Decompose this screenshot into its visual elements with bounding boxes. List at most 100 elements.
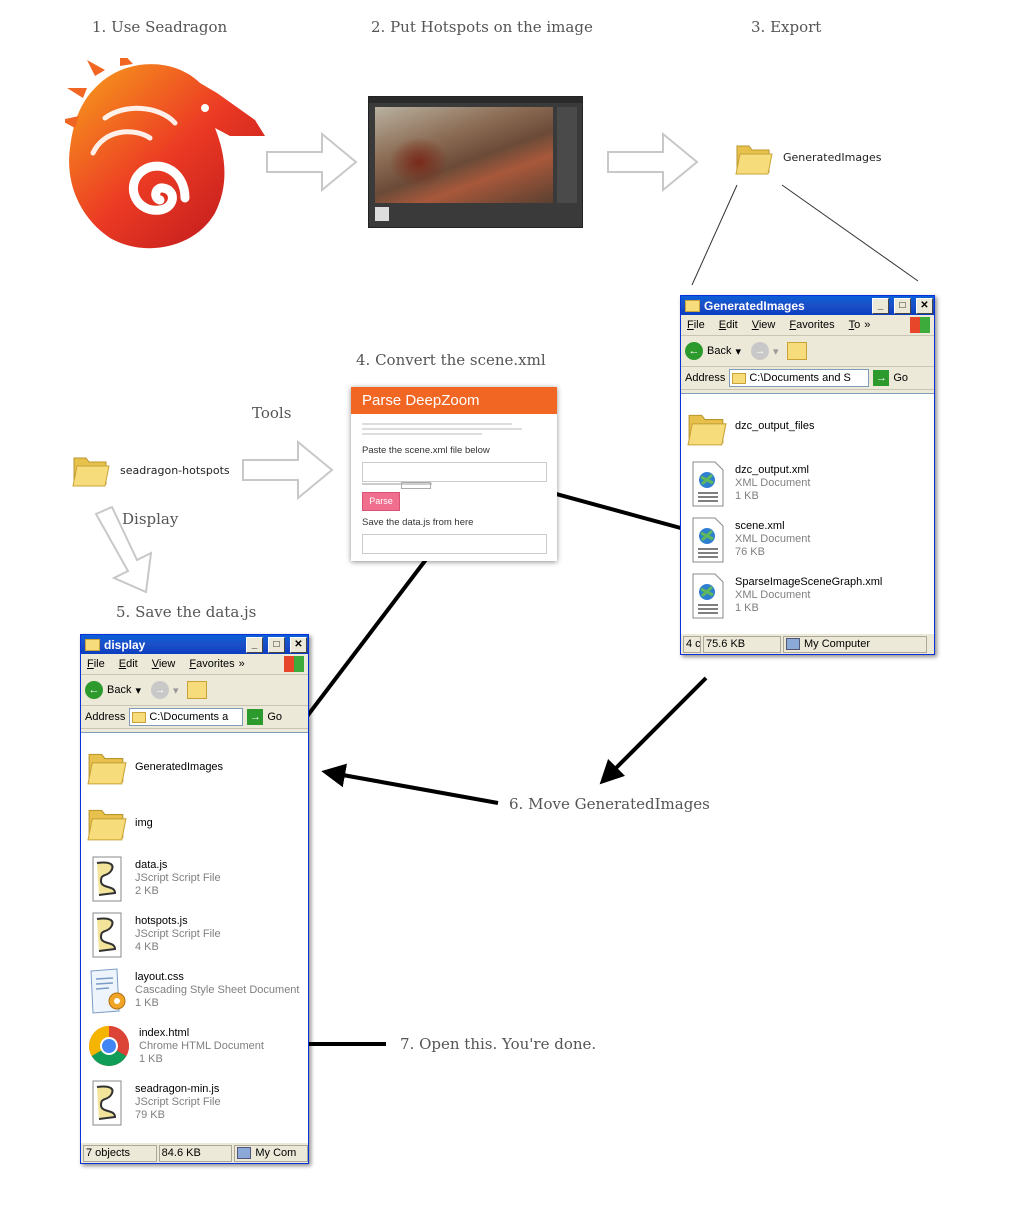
list-item[interactable]: index.html Chrome HTML Document 1 KB [87, 1023, 264, 1069]
status-bar: 4 c 75.6 KB My Computer [681, 634, 934, 654]
chevron-down-icon[interactable]: ▾ [735, 345, 741, 358]
window-title: GeneratedImages [704, 298, 805, 313]
arrow-step6-to-display [321, 763, 499, 805]
file-name: scene.xml [735, 520, 785, 532]
list-item[interactable]: img [87, 803, 153, 843]
windows-logo-icon [284, 656, 304, 672]
forward-arrow-icon[interactable]: → [751, 342, 769, 360]
file-name: layout.css [135, 971, 184, 983]
menu-tools[interactable]: To [849, 319, 861, 331]
menu-favorites[interactable]: Favorites [789, 319, 834, 331]
back-arrow-icon[interactable]: ← [85, 681, 103, 699]
menu-view[interactable]: View [152, 658, 176, 670]
file-name: seadragon-min.js [135, 1083, 220, 1095]
computer-icon [237, 1147, 252, 1159]
file-name: hotspots.js [135, 915, 188, 927]
folder-icon[interactable] [72, 452, 110, 488]
file-type: XML Document [735, 533, 811, 545]
file-type: Chrome HTML Document [139, 1040, 264, 1052]
display-window: display _ □ ✕ File Edit View Favorites »… [80, 634, 309, 1164]
back-arrow-icon[interactable]: ← [685, 342, 703, 360]
menu-file[interactable]: File [687, 319, 705, 331]
window-titlebar: GeneratedImages _ □ ✕ [681, 296, 934, 315]
menu-view[interactable]: View [752, 319, 776, 331]
address-field[interactable]: C:\Documents a [129, 708, 244, 726]
chrome-icon [89, 1026, 129, 1066]
file-name: dzc_output_files [735, 420, 815, 432]
minimize-button[interactable]: _ [246, 636, 263, 653]
step-5-label: 5. Save the data.js [116, 603, 257, 621]
status-object-count: 4 c [683, 635, 701, 653]
hotspots-folder-label: seadragon-hotspots [120, 464, 230, 477]
scene-xml-input[interactable] [362, 462, 547, 482]
folder-icon [85, 638, 100, 651]
list-item[interactable]: hotspots.js JScript Script File 4 KB [87, 911, 221, 959]
chevron-down-icon[interactable]: ▾ [173, 684, 179, 697]
windows-logo-icon [910, 317, 930, 333]
go-button-label[interactable]: Go [267, 711, 282, 723]
status-location-label: My Computer [804, 638, 871, 650]
parse-deepzoom-panel: Parse DeepZoom Paste the scene.xml file … [351, 387, 557, 561]
chevron-down-icon[interactable]: ▾ [773, 345, 779, 358]
address-field[interactable]: C:\Documents and S [729, 369, 870, 387]
address-label: Address [85, 711, 126, 723]
status-location-label: My Com [255, 1147, 297, 1159]
folder-icon [132, 711, 147, 723]
list-item[interactable]: scene.xml XML Document 76 KB [687, 516, 810, 564]
menu-edit[interactable]: Edit [719, 319, 738, 331]
menu-favorites[interactable]: Favorites [189, 658, 234, 670]
forward-arrow-icon[interactable]: → [151, 681, 169, 699]
chevron-down-icon[interactable]: ▾ [135, 684, 141, 697]
go-arrow-icon[interactable]: → [873, 370, 890, 386]
connector-line-right [781, 184, 919, 282]
list-item[interactable]: SparseImageSceneGraph.xml XML Document 1… [687, 572, 882, 620]
folder-icon[interactable] [735, 140, 773, 176]
back-button-label[interactable]: Back [107, 684, 131, 696]
maximize-button[interactable]: □ [268, 636, 285, 653]
step-6-label: 6. Move GeneratedImages [509, 795, 710, 813]
maximize-button[interactable]: □ [894, 297, 911, 314]
close-button[interactable]: ✕ [290, 636, 307, 653]
file-name: img [135, 817, 153, 829]
list-item[interactable]: dzc_output.xml XML Document 1 KB [687, 460, 810, 508]
file-type: Cascading Style Sheet Document [135, 984, 300, 996]
menu-edit[interactable]: Edit [119, 658, 138, 670]
data-js-output[interactable] [362, 534, 547, 554]
go-button-label[interactable]: Go [893, 372, 908, 384]
status-size: 84.6 KB [158, 1144, 233, 1162]
tools-label: Tools [252, 404, 292, 422]
connector-line-left [691, 184, 738, 286]
folder-up-icon[interactable] [786, 342, 807, 360]
folder-up-icon[interactable] [186, 681, 207, 699]
chevron-right-icon[interactable]: » [239, 658, 245, 670]
address-bar: Address C:\Documents a → Go [81, 706, 308, 729]
back-button-label[interactable]: Back [707, 345, 731, 357]
file-type: XML Document [735, 589, 811, 601]
menu-file[interactable]: File [87, 658, 105, 670]
list-item[interactable]: layout.css Cascading Style Sheet Documen… [87, 967, 299, 1015]
list-item[interactable]: GeneratedImages [87, 747, 223, 787]
display-label: Display [122, 510, 179, 528]
generated-images-window: GeneratedImages _ □ ✕ File Edit View Fav… [680, 295, 935, 655]
folder-icon [87, 753, 127, 785]
status-object-count: 7 objects [83, 1144, 157, 1162]
minimize-button[interactable]: _ [872, 297, 889, 314]
hollow-arrow-1 [266, 131, 358, 193]
list-item[interactable]: seadragon-min.js JScript Script File 79 … [87, 1079, 221, 1127]
folder-icon [687, 414, 727, 446]
chevron-right-icon[interactable]: » [864, 319, 870, 331]
toolbar: ← Back ▾ → ▾ [681, 336, 934, 367]
file-size: 1 KB [735, 602, 759, 614]
step-1-label: 1. Use Seadragon [92, 18, 228, 36]
parse-button[interactable]: Parse [362, 492, 400, 511]
go-arrow-icon[interactable]: → [247, 709, 264, 725]
close-button[interactable]: ✕ [916, 297, 933, 314]
paste-instruction: Paste the scene.xml file below [362, 445, 490, 456]
list-item[interactable]: data.js JScript Script File 2 KB [87, 855, 221, 903]
file-size: 1 KB [735, 490, 759, 502]
list-item[interactable]: dzc_output_files [687, 408, 815, 448]
xml-document-icon [692, 461, 724, 507]
folder-icon [87, 809, 127, 841]
step-4-label: 4. Convert the scene.xml [356, 351, 546, 369]
file-size: 76 KB [735, 546, 765, 558]
